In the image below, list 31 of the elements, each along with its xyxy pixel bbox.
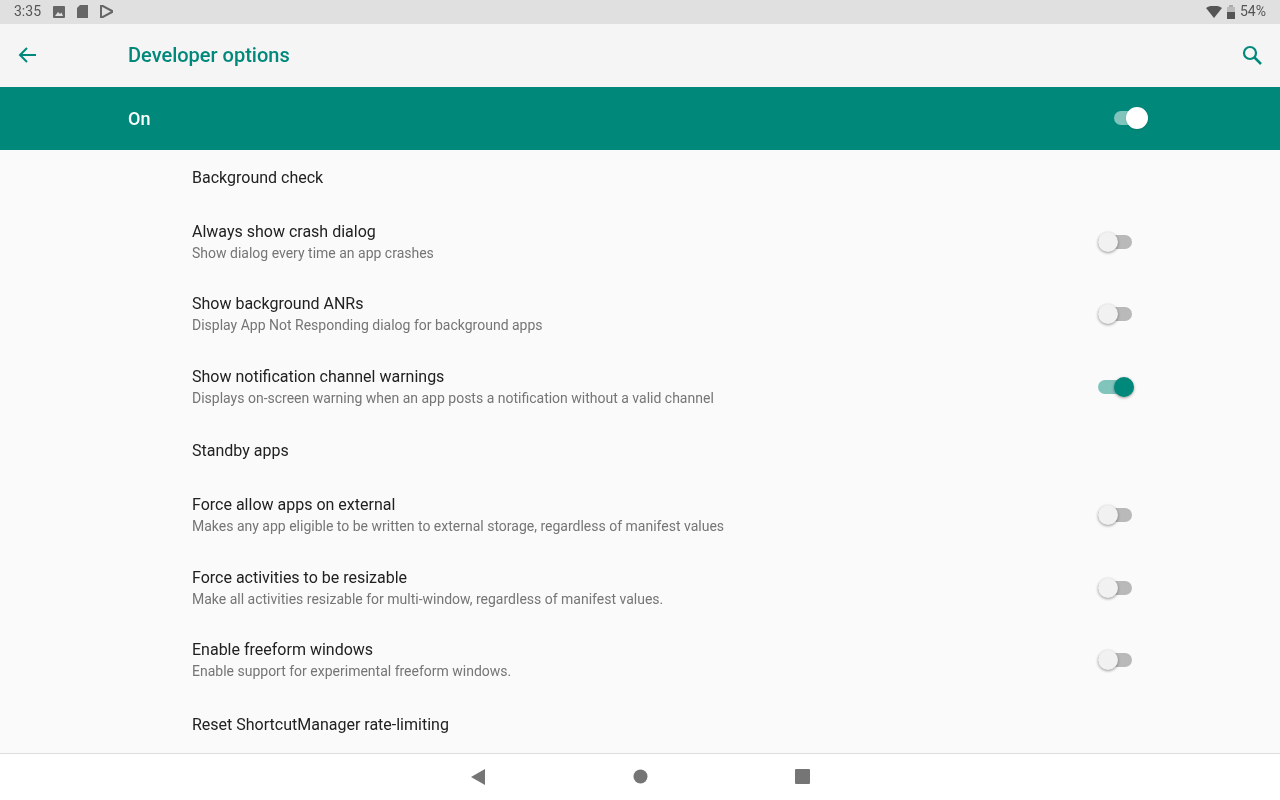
setting-summary: Makes any app eligible to be written to external storage, regardless of manifest values bbox=[192, 517, 725, 537]
page-title: Developer options bbox=[128, 42, 290, 70]
setting-summary: Display App Not Responding dialog for background apps bbox=[192, 316, 543, 336]
list-item-title[interactable]: Background check bbox=[192, 165, 324, 190]
battery-icon bbox=[1227, 4, 1235, 19]
setting-title: Show background ANRs bbox=[192, 293, 365, 316]
setting-summary: Make all activities resizable for multi-window, regardless of manifest values. bbox=[192, 589, 664, 609]
list-item-title[interactable]: Reset ShortcutManager rate-limiting bbox=[192, 712, 449, 737]
play-store-icon bbox=[100, 5, 113, 19]
sd-card-icon bbox=[77, 5, 88, 19]
image-icon bbox=[53, 5, 65, 18]
setting-title: Show notification channel warnings bbox=[192, 365, 446, 388]
setting-summary: Displays on-screen warning when an app posts a notification without a valid channel bbox=[192, 388, 714, 408]
master-toggle-switch[interactable] bbox=[1114, 107, 1148, 130]
setting-summary: Enable support for experimental freeform windows. bbox=[192, 662, 512, 682]
setting-title: Force allow apps on external bbox=[192, 494, 397, 517]
toggle-switch[interactable] bbox=[1098, 650, 1134, 671]
setting-summary: Show dialog every time an app crashes bbox=[192, 243, 434, 263]
list-item-title[interactable]: Standby apps bbox=[192, 439, 289, 464]
wifi-icon bbox=[1206, 5, 1222, 18]
setting-title: Always show crash dialog bbox=[192, 220, 377, 243]
toggle-switch[interactable] bbox=[1098, 505, 1134, 526]
setting-title: Enable freeform windows bbox=[192, 639, 375, 662]
battery-percent: 54% bbox=[1240, 2, 1266, 22]
status-time: 3:35 bbox=[14, 2, 41, 22]
toggle-switch[interactable] bbox=[1098, 304, 1134, 325]
setting-title: Force activities to be resizable bbox=[192, 566, 409, 589]
toggle-switch[interactable] bbox=[1098, 577, 1134, 598]
toggle-switch[interactable] bbox=[1098, 376, 1134, 397]
master-switch-label: On bbox=[128, 106, 151, 131]
toggle-switch[interactable] bbox=[1098, 231, 1134, 252]
